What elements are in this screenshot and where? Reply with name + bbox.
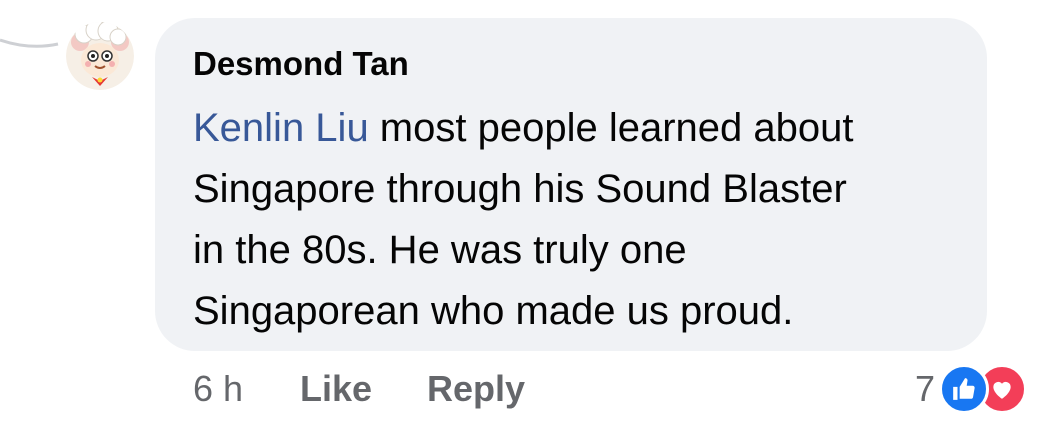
comment-text: Kenlin Liu most people learned about Sin… <box>193 98 973 342</box>
comment-line-3: in the 80s. He was truly one <box>193 228 687 272</box>
like-icon <box>939 364 989 414</box>
reactions-summary[interactable]: 7 <box>915 364 1027 414</box>
comment-line-1-text: most people learned about <box>368 106 854 150</box>
comment-line-2: Singapore through his Sound Blaster <box>193 167 847 211</box>
avatar[interactable] <box>66 22 134 90</box>
comment-line-1: Kenlin Liu most people learned about <box>193 98 973 159</box>
like-button[interactable]: Like <box>300 366 372 412</box>
reaction-count: 7 <box>914 368 935 409</box>
sheep-avatar-icon <box>66 22 134 90</box>
comment-author[interactable]: Desmond Tan <box>193 45 409 83</box>
thread-connector-line <box>0 38 59 48</box>
mention-link[interactable]: Kenlin Liu <box>193 106 369 150</box>
comment-timestamp[interactable]: 6 h <box>193 366 243 412</box>
comment-line-4: Singaporean who made us proud. <box>193 289 794 333</box>
reply-button[interactable]: Reply <box>427 366 525 412</box>
